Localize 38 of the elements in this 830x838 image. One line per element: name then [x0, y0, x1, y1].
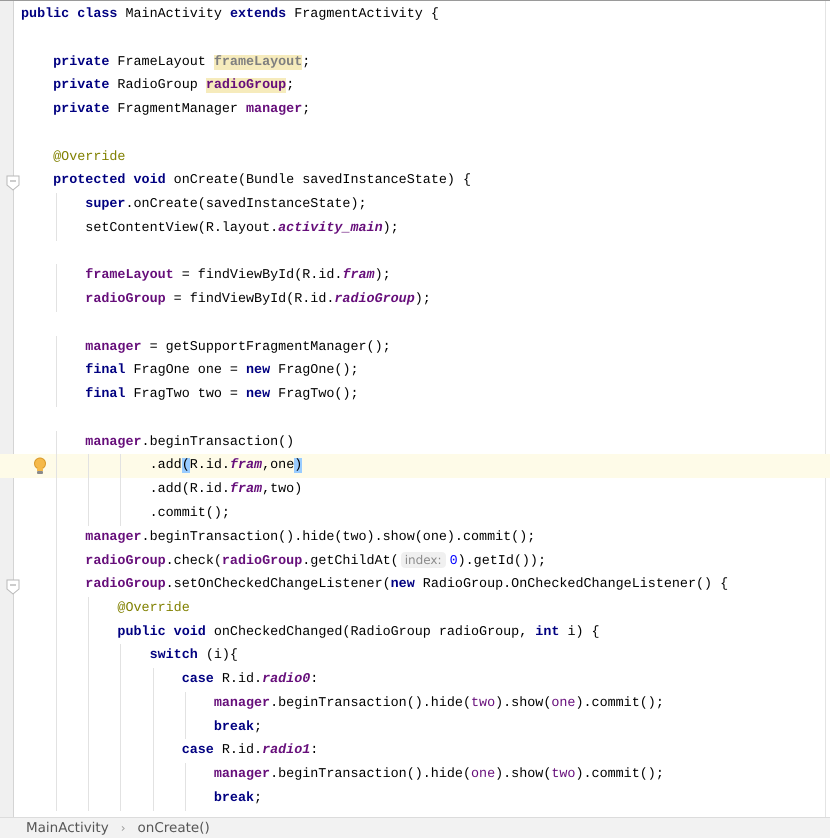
breadcrumb-separator: ›: [120, 821, 126, 835]
code-text: 0).getId());: [450, 554, 546, 570]
code-line: manager = getSupportFragmentManager();: [85, 340, 391, 354]
code-line: private RadioGroup radioGroup;: [53, 78, 294, 94]
code-line: final FragOne one = new FragOne();: [85, 363, 359, 378]
code-line: private FragmentManager manager;: [53, 102, 310, 117]
code-line: .commit();: [150, 506, 230, 521]
parameter-hint: index:: [400, 552, 446, 568]
code-line: private FrameLayout frameLayout;: [53, 54, 310, 70]
code-line: radioGroup = findViewById(R.id.radioGroup);: [85, 292, 431, 307]
code-line: switch (i){: [150, 648, 238, 664]
code-line: @Override: [53, 150, 126, 164]
code-line: case R.id.radio1:: [182, 743, 318, 758]
code-line: public void onCheckedChanged(RadioGroup radioGroup, int i) {: [117, 624, 600, 640]
code-line: @Override: [117, 600, 190, 616]
code-line: super.onCreate(savedInstanceState);: [85, 197, 367, 212]
code-line: manager.beginTransaction(): [85, 434, 294, 450]
code-line: public class MainActivity extends FragmentActivity {: [21, 7, 439, 22]
code-line: manager.beginTransaction().hide(two).show(one).commit();: [214, 696, 664, 711]
lightbulb-icon[interactable]: [33, 457, 47, 476]
code-text: radioGroup.check(radioGroup.getChildAt(: [85, 554, 399, 570]
code-line: .add(R.id.fram,one): [150, 458, 302, 474]
code-line: final FragTwo two = new FragTwo();: [85, 387, 359, 402]
code-line: manager.beginTransaction().hide(two).show(one).commit();: [85, 530, 536, 544]
code-line: break;: [214, 790, 262, 806]
code-line: case R.id.radio0:: [182, 672, 318, 687]
code-line: radioGroup.setOnCheckedChangeListener(new RadioGroup.OnCheckedChangeListener() {: [85, 577, 728, 592]
fold-icon[interactable]: [6, 175, 20, 192]
code-line: setContentView(R.layout.activity_main);: [85, 220, 399, 236]
code-line: manager.beginTransaction().hide(one).show(two).commit();: [214, 767, 664, 782]
breadcrumb-item[interactable]: onCreate(): [138, 820, 210, 836]
fold-icon[interactable]: [6, 579, 20, 595]
code-line: frameLayout = findViewById(R.id.fram);: [85, 268, 391, 284]
code-line: .add(R.id.fram,two): [150, 482, 302, 497]
code-editor[interactable]: [0, 1, 830, 817]
code-line: break;: [214, 720, 262, 734]
breadcrumb-item[interactable]: MainActivity: [26, 820, 109, 836]
code-line: protected void onCreate(Bundle savedInstanceState) {: [53, 173, 471, 188]
